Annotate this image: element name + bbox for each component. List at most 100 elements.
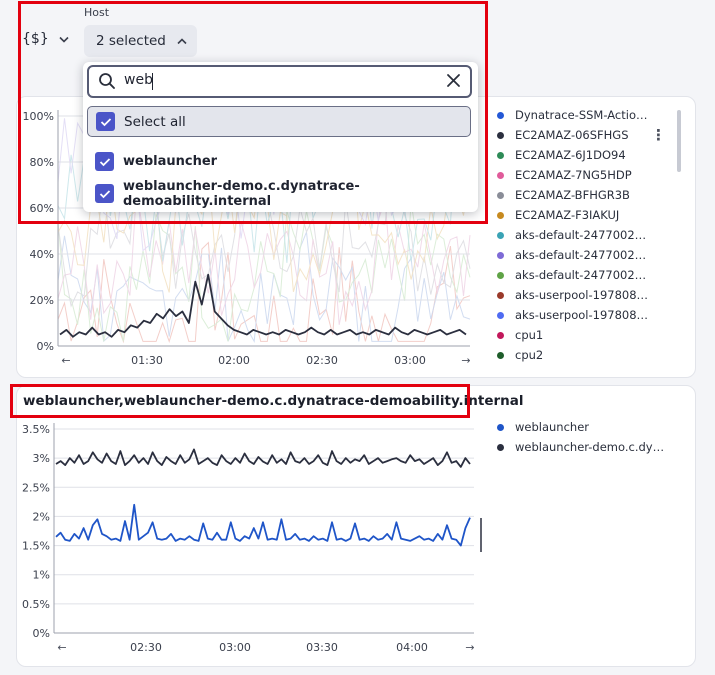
x-tick-label: 02:30 <box>130 641 162 654</box>
legend-item[interactable]: weblauncher <box>497 417 664 437</box>
pan-right-arrow-icon[interactable]: → <box>461 354 470 367</box>
cpu-chart-bottom: 0% 0.5% 1% 1.5% 2% 2.5% 3% 3.5% 02:30 03:00 03:30 0… <box>22 423 482 654</box>
option-label: weblauncher-demo.c.dynatrace-demoability… <box>123 178 360 209</box>
pan-left-arrow-icon[interactable]: ← <box>61 354 70 367</box>
y-tick-label: 100% <box>23 110 54 123</box>
pan-left-arrow-icon[interactable]: ← <box>57 641 66 654</box>
y-tick-label: 1.5% <box>22 540 50 553</box>
option-label: weblauncher <box>123 154 218 169</box>
legend-color-dot <box>497 151 504 159</box>
legend-color-dot <box>497 231 504 239</box>
variable-selector[interactable]: {$} <box>22 31 69 47</box>
variable-label: {$} <box>22 31 49 47</box>
legend-item[interactable]: EC2AMAZ-7NG5HDP <box>497 165 648 185</box>
y-tick-label: 2.5% <box>22 481 50 494</box>
legend-color-dot <box>497 131 504 139</box>
legend-color-dot <box>497 291 504 299</box>
legend-color-dot <box>497 171 504 179</box>
y-tick-label: 40% <box>30 248 54 261</box>
chevron-up-icon <box>177 33 187 49</box>
legend-label: weblauncher-demo.c.dy… <box>515 440 665 454</box>
checkbox-select-all[interactable] <box>96 112 115 131</box>
x-tick-label: 02:00 <box>218 354 250 367</box>
legend-label: aks-default-2477002… <box>515 228 647 242</box>
host-selected-count: 2 selected <box>96 33 166 49</box>
legend-label: EC2AMAZ-06SFHGS <box>515 128 629 142</box>
host-filter-dropdown[interactable]: 2 selected <box>84 25 197 57</box>
option-weblauncher-demo[interactable]: weblauncher-demo.c.dynatrace-demoability… <box>87 178 471 209</box>
y-tick-label: 0% <box>33 627 50 640</box>
y-tick-label: 0.5% <box>22 598 50 611</box>
legend-label: EC2AMAZ-6J1DO94 <box>515 148 626 162</box>
y-tick-label: 2% <box>33 510 50 523</box>
legend-label: EC2AMAZ-7NG5HDP <box>515 168 632 182</box>
legend-color-dot <box>497 111 504 119</box>
checkbox-weblauncher[interactable] <box>95 152 114 171</box>
legend-color-dot <box>497 211 504 219</box>
y-tick-label: 1% <box>33 569 50 582</box>
legend-more-icon[interactable]: ⋮ <box>651 127 666 143</box>
x-tick-label: 04:00 <box>396 641 428 654</box>
option-select-all[interactable]: Select all <box>87 106 471 137</box>
x-tick-label: 01:30 <box>131 354 163 367</box>
pan-right-arrow-icon[interactable]: → <box>465 641 474 654</box>
x-tick-label: 03:00 <box>219 641 251 654</box>
y-tick-label: 20% <box>30 294 54 307</box>
legend-color-dot <box>497 351 504 359</box>
legend-color-dot <box>497 191 504 199</box>
option-label: Select all <box>124 113 186 130</box>
legend-label: EC2AMAZ-BFHGR3B <box>515 188 630 202</box>
legend-item[interactable]: cpu2 <box>497 345 648 365</box>
legend-item[interactable]: aks-userpool-197808… <box>497 285 648 305</box>
legend-label: cpu2 <box>515 348 544 362</box>
legend-item[interactable]: EC2AMAZ-BFHGR3B <box>497 185 648 205</box>
legend-label: aks-userpool-197808… <box>515 288 649 302</box>
legend-item[interactable]: aks-default-2477002… <box>497 225 648 245</box>
legend-label: aks-default-2477002… <box>515 248 647 262</box>
legend-item[interactable]: EC2AMAZ-F3IAKUJ <box>497 205 648 225</box>
legend-label: aks-userpool-197808… <box>515 308 649 322</box>
legend-color-dot <box>497 331 504 339</box>
search-icon <box>98 72 116 94</box>
option-weblauncher[interactable]: weblauncher <box>87 148 471 175</box>
x-tick-label: 03:00 <box>394 354 426 367</box>
legend-color-dot <box>497 311 504 319</box>
x-tick-label: 02:30 <box>306 354 338 367</box>
y-tick-label: 3.5% <box>22 423 50 436</box>
legend-color-dot <box>497 423 504 431</box>
legend-color-dot <box>497 251 504 259</box>
legend-label: cpu1 <box>515 328 544 342</box>
y-tick-label: 80% <box>30 156 54 169</box>
legend-label: weblauncher <box>515 420 590 434</box>
legend-item[interactable]: weblauncher-demo.c.dy… <box>497 437 664 457</box>
host-filter-label: Host <box>84 6 110 19</box>
legend-top: Dynatrace-SSM-Actio… EC2AMAZ-06SFHGS EC2AM… <box>497 105 648 365</box>
series-line <box>55 503 471 547</box>
y-tick-label: 0% <box>37 340 54 353</box>
checkbox-weblauncher-demo[interactable] <box>95 184 114 203</box>
visual-title: weblauncher,weblauncher-demo.c.dynatrace… <box>23 393 524 409</box>
legend-item[interactable]: cpu1 <box>497 325 648 345</box>
legend-label: EC2AMAZ-F3IAKUJ <box>515 208 620 222</box>
legend-item[interactable]: aks-default-2477002… <box>497 245 648 265</box>
legend-item[interactable]: EC2AMAZ-6J1DO94 <box>497 145 648 165</box>
x-tick-label: 03:30 <box>306 641 338 654</box>
search-caret <box>152 73 153 90</box>
legend-item[interactable]: Dynatrace-SSM-Actio… <box>497 105 648 125</box>
legend-scrollbar[interactable] <box>677 110 681 172</box>
legend-label: aks-default-2477002… <box>515 268 647 282</box>
legend-item[interactable]: EC2AMAZ-06SFHGS <box>497 125 648 145</box>
host-search-box[interactable]: web <box>87 65 472 98</box>
y-tick-label: 3% <box>33 452 50 465</box>
y-tick-label: 60% <box>30 202 54 215</box>
series-line <box>59 273 467 338</box>
legend-item[interactable]: aks-default-2477002… <box>497 265 648 285</box>
clear-search-icon[interactable] <box>446 73 461 92</box>
legend-color-dot <box>497 443 504 451</box>
chevron-down-icon <box>59 31 69 47</box>
legend-color-dot <box>497 271 504 279</box>
legend-bottom: weblauncher weblauncher-demo.c.dy… <box>497 417 664 457</box>
legend-item[interactable]: aks-userpool-197808… <box>497 305 648 325</box>
legend-label: Dynatrace-SSM-Actio… <box>515 108 648 122</box>
host-search-input[interactable]: web <box>124 72 153 88</box>
